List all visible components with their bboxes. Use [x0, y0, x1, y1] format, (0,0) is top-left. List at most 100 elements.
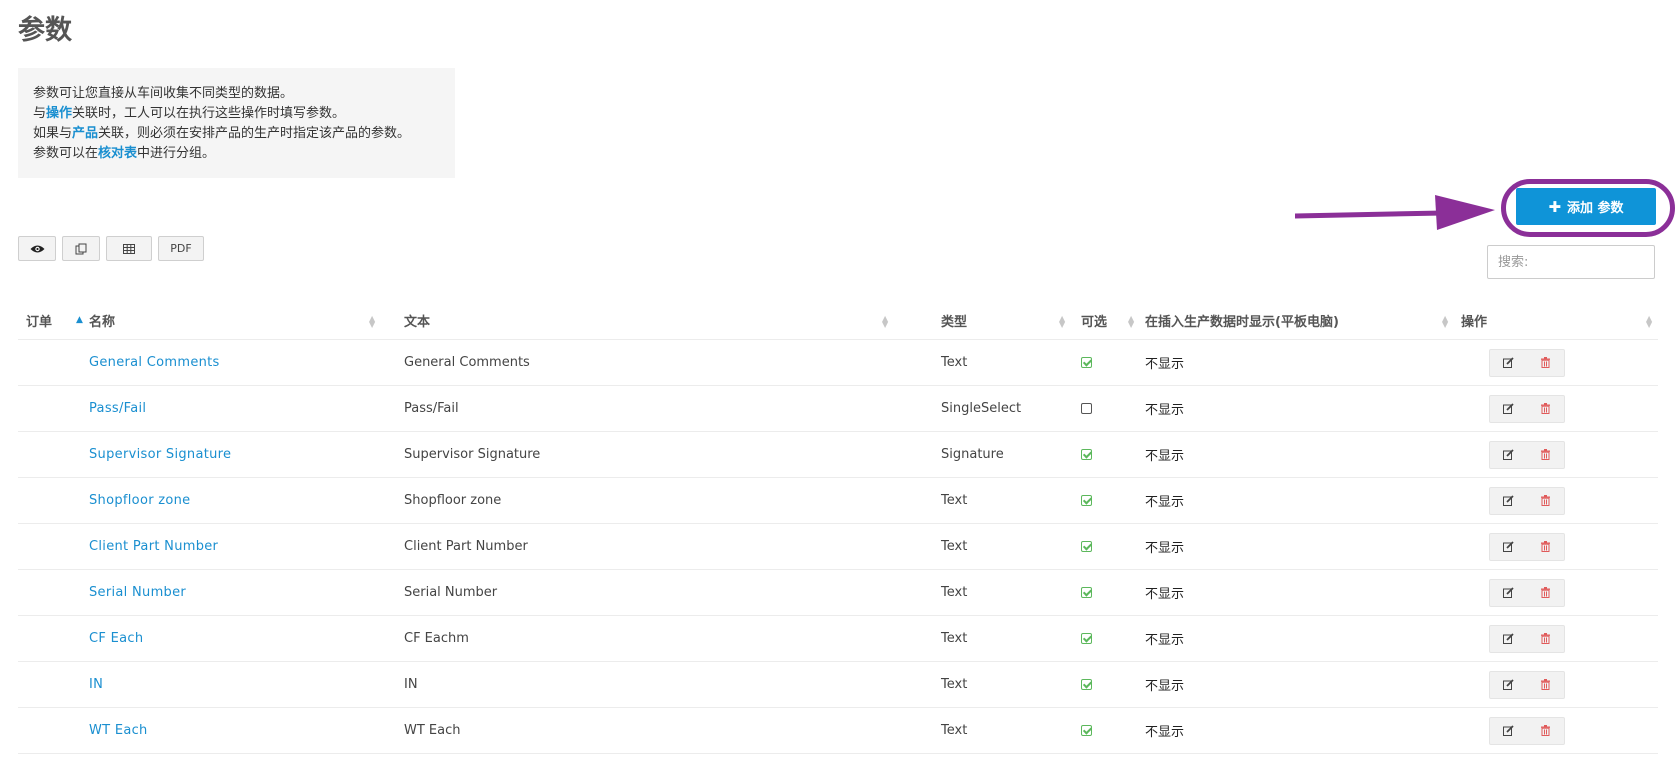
- page-title: 参数: [18, 15, 72, 46]
- delete-button[interactable]: [1527, 488, 1564, 514]
- excel-export-button[interactable]: [106, 236, 152, 261]
- delete-button[interactable]: [1527, 350, 1564, 376]
- order-cell: [26, 478, 82, 523]
- parameter-name-link[interactable]: Client Part Number: [89, 539, 218, 554]
- info-line-4: 参数可以在核对表中进行分组。: [33, 144, 440, 164]
- delete-button[interactable]: [1527, 534, 1564, 560]
- optional-checkbox[interactable]: [1081, 541, 1092, 552]
- order-cell: [26, 616, 82, 661]
- add-parameter-label: 添加 参数: [1567, 201, 1624, 216]
- sort-icon: ▲ ▼: [1128, 314, 1135, 329]
- parameter-name-link[interactable]: CF Each: [89, 631, 143, 646]
- trash-icon: [1541, 403, 1550, 414]
- table-header-row: 订单 ▲ 名称 ▲ ▼ 文本 ▲ ▼ 类型 ▲ ▼ 可选 ▲ ▼ 在插入生产数据时显示(平板电脑)…: [18, 302, 1658, 340]
- eye-icon: [30, 245, 44, 252]
- parameter-name-link[interactable]: Pass/Fail: [89, 401, 146, 416]
- parameter-name-link[interactable]: IN: [89, 677, 103, 692]
- info-line-1: 参数可让您直接从车间收集不同类型的数据。: [33, 84, 440, 104]
- order-cell: [26, 432, 82, 477]
- header-name[interactable]: 名称 ▲ ▼: [89, 302, 389, 339]
- column-visibility-button[interactable]: [18, 236, 56, 261]
- info-text: 关联时，工人可以在执行这些操作时填写参数。: [72, 106, 346, 121]
- optional-checkbox[interactable]: [1081, 403, 1092, 414]
- parameter-name-link[interactable]: Shopfloor zone: [89, 493, 190, 508]
- table-row: Client Part Number Client Part Number Te…: [18, 524, 1658, 570]
- table-row: Shopfloor zone Shopfloor zone Text 不显示: [18, 478, 1658, 524]
- optional-checkbox[interactable]: [1081, 449, 1092, 460]
- parameter-name-link[interactable]: WT Each: [89, 723, 148, 738]
- edit-icon: [1503, 357, 1514, 368]
- edit-icon: [1503, 403, 1514, 414]
- edit-icon: [1503, 541, 1514, 552]
- header-order[interactable]: 订单 ▲: [26, 302, 83, 339]
- edit-icon: [1503, 449, 1514, 460]
- edit-button[interactable]: [1490, 442, 1527, 468]
- optional-checkbox[interactable]: [1081, 633, 1092, 644]
- parameter-text: Pass/Fail: [404, 401, 459, 416]
- parameter-text: General Comments: [404, 355, 530, 370]
- optional-checkbox[interactable]: [1081, 679, 1092, 690]
- parameter-text: Client Part Number: [404, 539, 528, 554]
- header-text[interactable]: 文本 ▲ ▼: [404, 302, 940, 339]
- edit-button[interactable]: [1490, 488, 1527, 514]
- header-actions[interactable]: 操作 ▲ ▼: [1461, 302, 1658, 339]
- search-input[interactable]: [1487, 245, 1655, 279]
- sort-icon: ▲ ▼: [1646, 314, 1653, 329]
- delete-button[interactable]: [1527, 396, 1564, 422]
- edit-icon: [1503, 633, 1514, 644]
- row-actions: [1489, 486, 1565, 515]
- sort-icon: ▲ ▼: [1059, 314, 1066, 329]
- optional-checkbox[interactable]: [1081, 357, 1092, 368]
- delete-button[interactable]: [1527, 626, 1564, 652]
- delete-button[interactable]: [1527, 718, 1564, 744]
- order-cell: [26, 524, 82, 569]
- edit-button[interactable]: [1490, 672, 1527, 698]
- parameters-table: 订单 ▲ 名称 ▲ ▼ 文本 ▲ ▼ 类型 ▲ ▼ 可选 ▲ ▼ 在插入生产数据时显示(平板电脑)…: [18, 302, 1658, 754]
- parameter-type: Text: [941, 723, 968, 738]
- delete-button[interactable]: [1527, 672, 1564, 698]
- header-optional-label: 可选: [1081, 315, 1108, 330]
- edit-button[interactable]: [1490, 534, 1527, 560]
- display-setting: 不显示: [1145, 633, 1185, 648]
- display-setting: 不显示: [1145, 679, 1185, 694]
- parameter-name-link[interactable]: Supervisor Signature: [89, 447, 231, 462]
- header-optional[interactable]: 可选 ▲ ▼: [1081, 302, 1141, 339]
- info-panel: 参数可让您直接从车间收集不同类型的数据。 与操作关联时，工人可以在执行这些操作时…: [18, 68, 455, 178]
- products-link[interactable]: 产品: [72, 126, 98, 141]
- optional-checkbox[interactable]: [1081, 725, 1092, 736]
- add-parameter-button[interactable]: ✚ 添加 参数: [1516, 188, 1656, 225]
- display-setting: 不显示: [1145, 357, 1185, 372]
- checklists-link[interactable]: 核对表: [98, 146, 137, 161]
- delete-button[interactable]: [1527, 442, 1564, 468]
- header-text-label: 文本: [404, 315, 431, 330]
- operations-link[interactable]: 操作: [46, 106, 72, 121]
- edit-button[interactable]: [1490, 580, 1527, 606]
- parameter-name-link[interactable]: Serial Number: [89, 585, 186, 600]
- edit-icon: [1503, 725, 1514, 736]
- order-cell: [26, 708, 82, 753]
- header-display[interactable]: 在插入生产数据时显示(平板电脑) ▲ ▼: [1145, 302, 1455, 339]
- parameter-text: IN: [404, 677, 418, 692]
- info-text: 参数可让您直接从车间收集不同类型的数据。: [33, 86, 294, 101]
- header-type[interactable]: 类型 ▲ ▼: [941, 302, 1074, 339]
- header-type-label: 类型: [941, 315, 968, 330]
- edit-button[interactable]: [1490, 718, 1527, 744]
- edit-button[interactable]: [1490, 626, 1527, 652]
- sort-asc-icon: ▲: [76, 315, 83, 325]
- info-text: 与: [33, 106, 47, 121]
- edit-button[interactable]: [1490, 350, 1527, 376]
- copy-button[interactable]: [62, 236, 100, 261]
- delete-button[interactable]: [1527, 580, 1564, 606]
- optional-checkbox[interactable]: [1081, 587, 1092, 598]
- parameter-text: Supervisor Signature: [404, 447, 541, 462]
- parameter-type: SingleSelect: [941, 401, 1022, 416]
- parameter-text: CF Eachm: [404, 631, 469, 646]
- info-line-2: 与操作关联时，工人可以在执行这些操作时填写参数。: [33, 104, 440, 124]
- info-text: 如果与: [33, 126, 73, 141]
- edit-button[interactable]: [1490, 396, 1527, 422]
- pdf-export-button[interactable]: PDF: [158, 236, 204, 261]
- optional-checkbox[interactable]: [1081, 495, 1092, 506]
- parameter-text: WT Each: [404, 723, 461, 738]
- parameter-type: Text: [941, 631, 968, 646]
- parameter-name-link[interactable]: General Comments: [89, 355, 220, 370]
